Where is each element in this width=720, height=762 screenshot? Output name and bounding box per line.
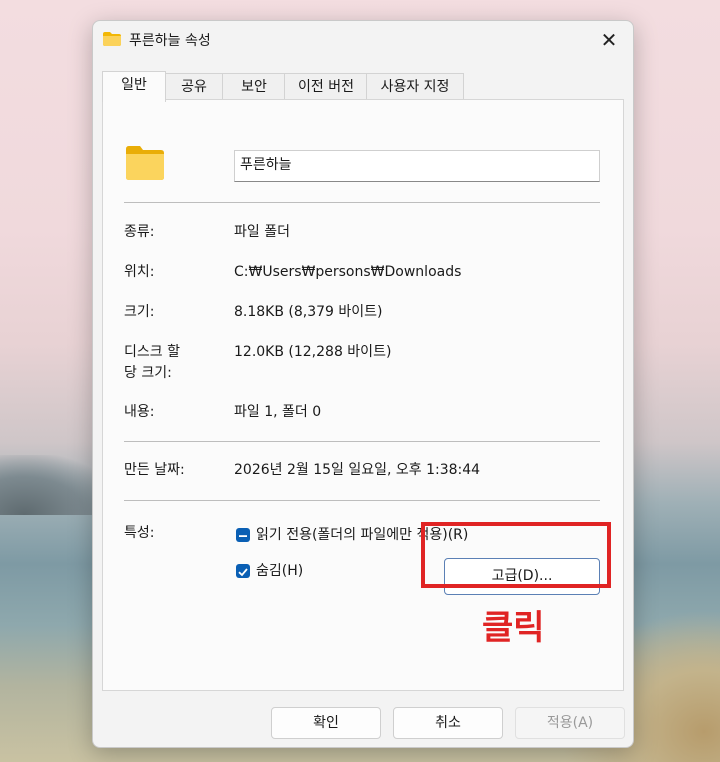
type-label: 종류: (124, 224, 155, 240)
contents-label: 내용: (124, 404, 155, 420)
disk-size-label-line2: 당 크기: (124, 365, 172, 381)
contents-value: 파일 1, 폴더 0 (234, 404, 322, 420)
checkmark-icon (238, 568, 248, 577)
created-label: 만든 날짜: (124, 462, 185, 478)
location-label: 위치: (124, 264, 155, 280)
folder-icon (103, 32, 121, 46)
tab-general[interactable]: 일반 (102, 71, 166, 102)
tab-sharing[interactable]: 공유 (164, 73, 224, 100)
click-annotation: 클릭 (482, 608, 545, 648)
close-icon: ✕ (600, 28, 618, 52)
hidden-label[interactable]: 숨김(H) (256, 560, 303, 580)
readonly-checkbox[interactable] (236, 528, 250, 542)
separator (124, 202, 600, 203)
tab-security[interactable]: 보안 (222, 73, 286, 100)
tab-previous-versions[interactable]: 이전 버전 (284, 73, 368, 100)
disk-size-label-line1: 디스크 할 (124, 344, 180, 360)
folder-large-icon (126, 146, 164, 180)
indeterminate-icon (239, 535, 247, 537)
close-button[interactable]: ✕ (591, 25, 627, 55)
type-value: 파일 폴더 (234, 224, 290, 240)
location-value: C:₩Users₩persons₩Downloads (234, 264, 462, 280)
general-panel: 푸른하늘 종류: 파일 폴더 위치: C:₩Users₩persons₩Down… (102, 99, 624, 691)
properties-dialog: 푸른하늘 속성 ✕ 일반 공유 보안 이전 버전 사용자 지정 푸른하늘 종류:… (92, 20, 634, 748)
highlight-box (421, 522, 611, 588)
disk-size-value: 12.0KB (12,288 바이트) (234, 344, 392, 360)
title-bar: 푸른하늘 속성 ✕ (93, 21, 633, 59)
separator (124, 500, 600, 501)
folder-name-input[interactable]: 푸른하늘 (234, 150, 600, 182)
hidden-checkbox[interactable] (236, 564, 250, 578)
cancel-button[interactable]: 취소 (393, 707, 503, 739)
size-label: 크기: (124, 304, 155, 320)
apply-button[interactable]: 적용(A) (515, 707, 625, 739)
separator (124, 441, 600, 442)
ok-button[interactable]: 확인 (271, 707, 381, 739)
attributes-label: 특성: (124, 525, 155, 541)
window-title: 푸른하늘 속성 (129, 33, 211, 49)
tab-customize[interactable]: 사용자 지정 (366, 73, 464, 100)
size-value: 8.18KB (8,379 바이트) (234, 304, 383, 320)
created-value: 2026년 2월 15일 일요일, 오후 1:38:44 (234, 462, 481, 478)
tab-bar: 일반 공유 보안 이전 버전 사용자 지정 (102, 71, 626, 102)
